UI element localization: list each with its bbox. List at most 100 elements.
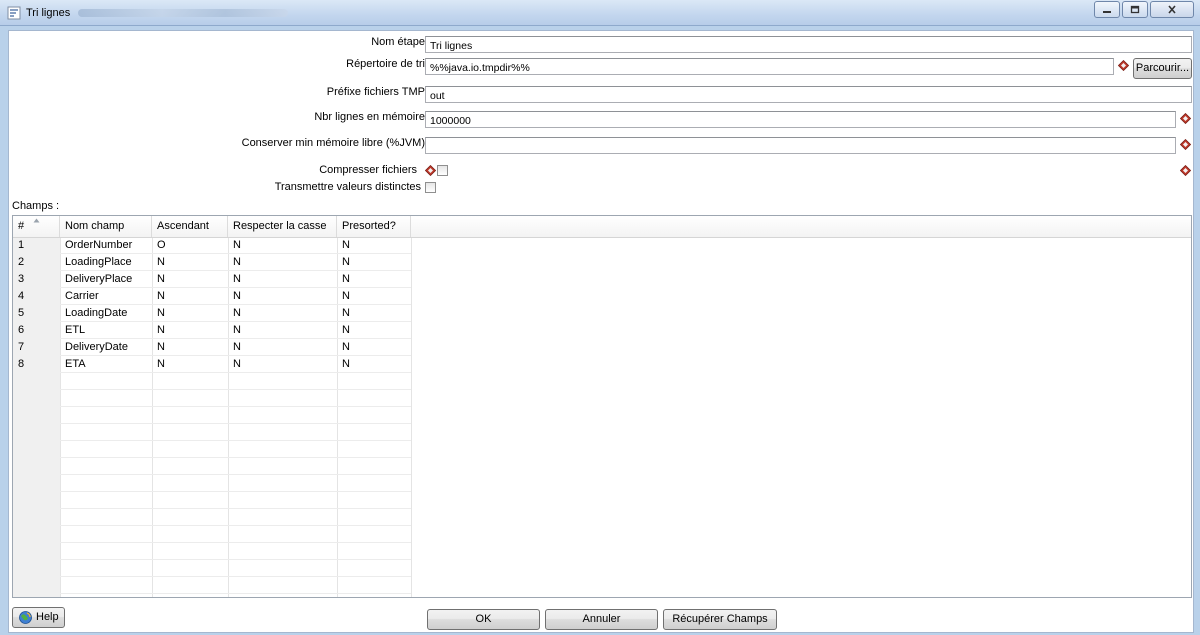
maximize-button[interactable]: [1122, 1, 1148, 18]
table-cell[interactable]: N: [337, 271, 411, 288]
help-button-label: Help: [36, 611, 59, 623]
step-name-input[interactable]: Tri lignes: [425, 36, 1192, 53]
table-cell[interactable]: N: [152, 356, 228, 373]
rows-in-memory-input[interactable]: 1000000: [425, 111, 1176, 128]
table-cell[interactable]: ETL: [60, 322, 152, 339]
row-gridline: [60, 525, 411, 526]
table-cell[interactable]: N: [152, 254, 228, 271]
table-cell[interactable]: N: [228, 254, 337, 271]
table-cell[interactable]: N: [228, 271, 337, 288]
browse-button[interactable]: Parcourir...: [1133, 58, 1192, 79]
table-row[interactable]: 4 Carrier N N N: [13, 288, 411, 305]
table-cell[interactable]: N: [228, 322, 337, 339]
blurred-title-detail: [78, 9, 288, 17]
free-memory-input[interactable]: [425, 137, 1176, 154]
minimize-button[interactable]: [1094, 1, 1120, 18]
close-button[interactable]: [1150, 1, 1194, 18]
table-cell[interactable]: N: [228, 339, 337, 356]
free-memory-label: Conserver min mémoire libre (%JVM): [241, 137, 425, 149]
maximize-icon: [1130, 5, 1140, 14]
window-titlebar[interactable]: Tri lignes: [0, 0, 1200, 26]
table-row[interactable]: 3 DeliveryPlace N N N: [13, 271, 411, 288]
fields-table[interactable]: # Nom champ Ascendant Respecter la casse…: [12, 215, 1192, 598]
fields-section-label: Champs :: [12, 200, 60, 212]
window-controls: [1094, 1, 1194, 18]
table-cell[interactable]: N: [152, 322, 228, 339]
table-cell[interactable]: N: [337, 288, 411, 305]
table-cell[interactable]: N: [337, 254, 411, 271]
table-row[interactable]: 2 LoadingPlace N N N: [13, 254, 411, 271]
table-cell[interactable]: N: [337, 305, 411, 322]
help-globe-icon: [19, 611, 32, 624]
column-header-case-sensitive[interactable]: Respecter la casse: [228, 216, 337, 237]
row-gridline: [60, 406, 411, 407]
table-cell[interactable]: ETA: [60, 356, 152, 373]
table-row[interactable]: 5 LoadingDate N N N: [13, 305, 411, 322]
table-row[interactable]: 8 ETA N N N: [13, 356, 411, 373]
table-cell[interactable]: 1: [13, 237, 60, 254]
table-cell[interactable]: N: [337, 237, 411, 254]
sort-directory-input[interactable]: %%java.io.tmpdir%%: [425, 58, 1114, 75]
rows-in-memory-label: Nbr lignes en mémoire: [314, 111, 425, 123]
column-header-field-name[interactable]: Nom champ: [60, 216, 152, 237]
table-cell[interactable]: N: [228, 237, 337, 254]
column-header-ascending[interactable]: Ascendant: [152, 216, 228, 237]
pass-distinct-label: Transmettre valeurs distinctes: [274, 181, 421, 193]
row-gridline: [60, 542, 411, 543]
cancel-button[interactable]: Annuler: [545, 609, 658, 630]
table-cell[interactable]: LoadingDate: [60, 305, 152, 322]
table-cell[interactable]: N: [152, 271, 228, 288]
table-cell[interactable]: N: [337, 356, 411, 373]
ok-button[interactable]: OK: [427, 609, 540, 630]
table-cell[interactable]: N: [228, 305, 337, 322]
sort-rows-icon: [7, 6, 21, 20]
row-gridline: [60, 576, 411, 577]
table-row[interactable]: 6 ETL N N N: [13, 322, 411, 339]
pass-distinct-checkbox[interactable]: [425, 182, 436, 193]
variable-diamond-icon[interactable]: [425, 165, 436, 176]
compress-files-checkbox[interactable]: [437, 165, 448, 176]
table-cell[interactable]: 4: [13, 288, 60, 305]
variable-diamond-icon[interactable]: [1180, 139, 1191, 150]
column-header-presorted[interactable]: Presorted?: [337, 216, 411, 237]
tmp-prefix-label: Préfixe fichiers TMP: [326, 86, 425, 98]
table-cell[interactable]: O: [152, 237, 228, 254]
column-header-number[interactable]: #: [13, 216, 60, 237]
table-cell[interactable]: LoadingPlace: [60, 254, 152, 271]
table-cell[interactable]: DeliveryDate: [60, 339, 152, 356]
table-cell[interactable]: N: [228, 356, 337, 373]
table-cell[interactable]: 6: [13, 322, 60, 339]
table-cell[interactable]: N: [337, 322, 411, 339]
sort-ascending-icon: [33, 218, 40, 223]
table-cell[interactable]: N: [152, 339, 228, 356]
table-row[interactable]: 1 OrderNumber O N N: [13, 237, 411, 254]
table-cell[interactable]: 7: [13, 339, 60, 356]
table-cell[interactable]: Carrier: [60, 288, 152, 305]
row-gridline: [60, 440, 411, 441]
row-gridline: [60, 423, 411, 424]
tmp-prefix-input[interactable]: out: [425, 86, 1192, 103]
variable-diamond-icon[interactable]: [1180, 165, 1191, 176]
sort-directory-label: Répertoire de tri: [346, 58, 425, 70]
table-cell[interactable]: N: [152, 288, 228, 305]
compress-files-label: Compresser fichiers: [319, 164, 417, 176]
table-row[interactable]: 7 DeliveryDate N N N: [13, 339, 411, 356]
table-cell[interactable]: 2: [13, 254, 60, 271]
table-cell[interactable]: N: [337, 339, 411, 356]
table-cell[interactable]: 8: [13, 356, 60, 373]
table-header: # Nom champ Ascendant Respecter la casse…: [13, 216, 1191, 238]
help-button[interactable]: Help: [12, 607, 65, 628]
close-icon: [1168, 5, 1176, 14]
variable-diamond-icon[interactable]: [1118, 60, 1129, 71]
table-cell[interactable]: N: [152, 305, 228, 322]
table-cell[interactable]: 5: [13, 305, 60, 322]
column-header-text: #: [18, 220, 25, 232]
table-cell[interactable]: 3: [13, 271, 60, 288]
variable-diamond-icon[interactable]: [1180, 113, 1191, 124]
table-cell[interactable]: OrderNumber: [60, 237, 152, 254]
row-gridline: [60, 508, 411, 509]
table-cell[interactable]: DeliveryPlace: [60, 271, 152, 288]
row-gridline: [60, 491, 411, 492]
get-fields-button[interactable]: Récupérer Champs: [663, 609, 777, 630]
table-cell[interactable]: N: [228, 288, 337, 305]
